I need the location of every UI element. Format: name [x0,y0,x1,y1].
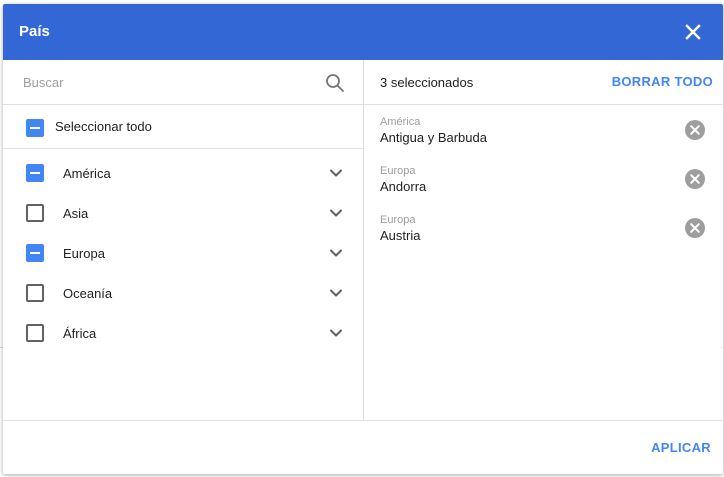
apply-button[interactable]: APLICAR [651,440,711,456]
select-all-row[interactable]: Seleccionar todo [3,105,363,149]
selected-item: América Antigua y Barbuda [364,105,723,154]
region-row[interactable]: América [3,149,363,189]
clear-all-button[interactable]: BORRAR TODO [612,74,713,90]
chevron-down-icon[interactable] [326,163,346,183]
close-icon [685,24,701,40]
region-checkbox[interactable] [26,324,44,342]
select-all-checkbox[interactable] [26,119,44,137]
selected-item: Europa Andorra [364,154,723,203]
region-label: América [63,166,111,181]
selection-summary: 3 seleccionados BORRAR TODO [364,60,723,105]
region-row[interactable]: Europa [3,229,363,269]
region-label: Oceanía [63,286,113,301]
country-filter-dialog: País Seleccionar todo América Asia Europa O… [3,4,723,474]
selected-item-country: Austria [380,228,421,243]
selected-item-country: Antigua y Barbuda [380,130,487,145]
selected-count: 3 seleccionados [380,75,474,90]
region-list: América Asia Europa Oceanía África [3,149,363,349]
dialog-footer: APLICAR [3,420,723,474]
dialog-title: País [19,23,50,40]
remove-icon[interactable] [684,217,706,239]
chevron-down-icon[interactable] [326,323,346,343]
selected-item: Europa Austria [364,203,723,252]
selected-items-pane: 3 seleccionados BORRAR TODO América Antig… [364,60,723,420]
region-selector-pane: Seleccionar todo América Asia Europa Oceaní… [3,60,364,420]
chevron-down-icon[interactable] [326,283,346,303]
search-bar [3,60,363,105]
region-checkbox[interactable] [26,284,44,302]
region-row[interactable]: África [3,309,363,349]
chevron-down-icon[interactable] [326,243,346,263]
dialog-header: País [3,4,723,60]
selected-item-region: América [380,116,421,128]
selected-item-region: Europa [380,214,416,226]
region-checkbox[interactable] [26,204,44,222]
select-all-label: Seleccionar todo [55,119,152,134]
region-row[interactable]: Asia [3,189,363,229]
region-label: África [63,326,97,341]
chevron-down-icon[interactable] [326,203,346,223]
region-checkbox[interactable] [26,244,44,262]
region-checkbox[interactable] [26,164,44,182]
search-input[interactable] [19,70,317,94]
region-label: Europa [63,246,105,261]
selected-list: América Antigua y Barbuda Europa Andorra Eur… [364,105,723,252]
selected-item-region: Europa [380,165,416,177]
region-label: Asia [63,206,89,221]
remove-icon[interactable] [684,119,706,141]
search-icon[interactable] [325,73,345,93]
selected-item-country: Andorra [380,179,427,194]
close-button[interactable] [679,18,707,46]
region-row[interactable]: Oceanía [3,269,363,309]
remove-icon[interactable] [684,168,706,190]
